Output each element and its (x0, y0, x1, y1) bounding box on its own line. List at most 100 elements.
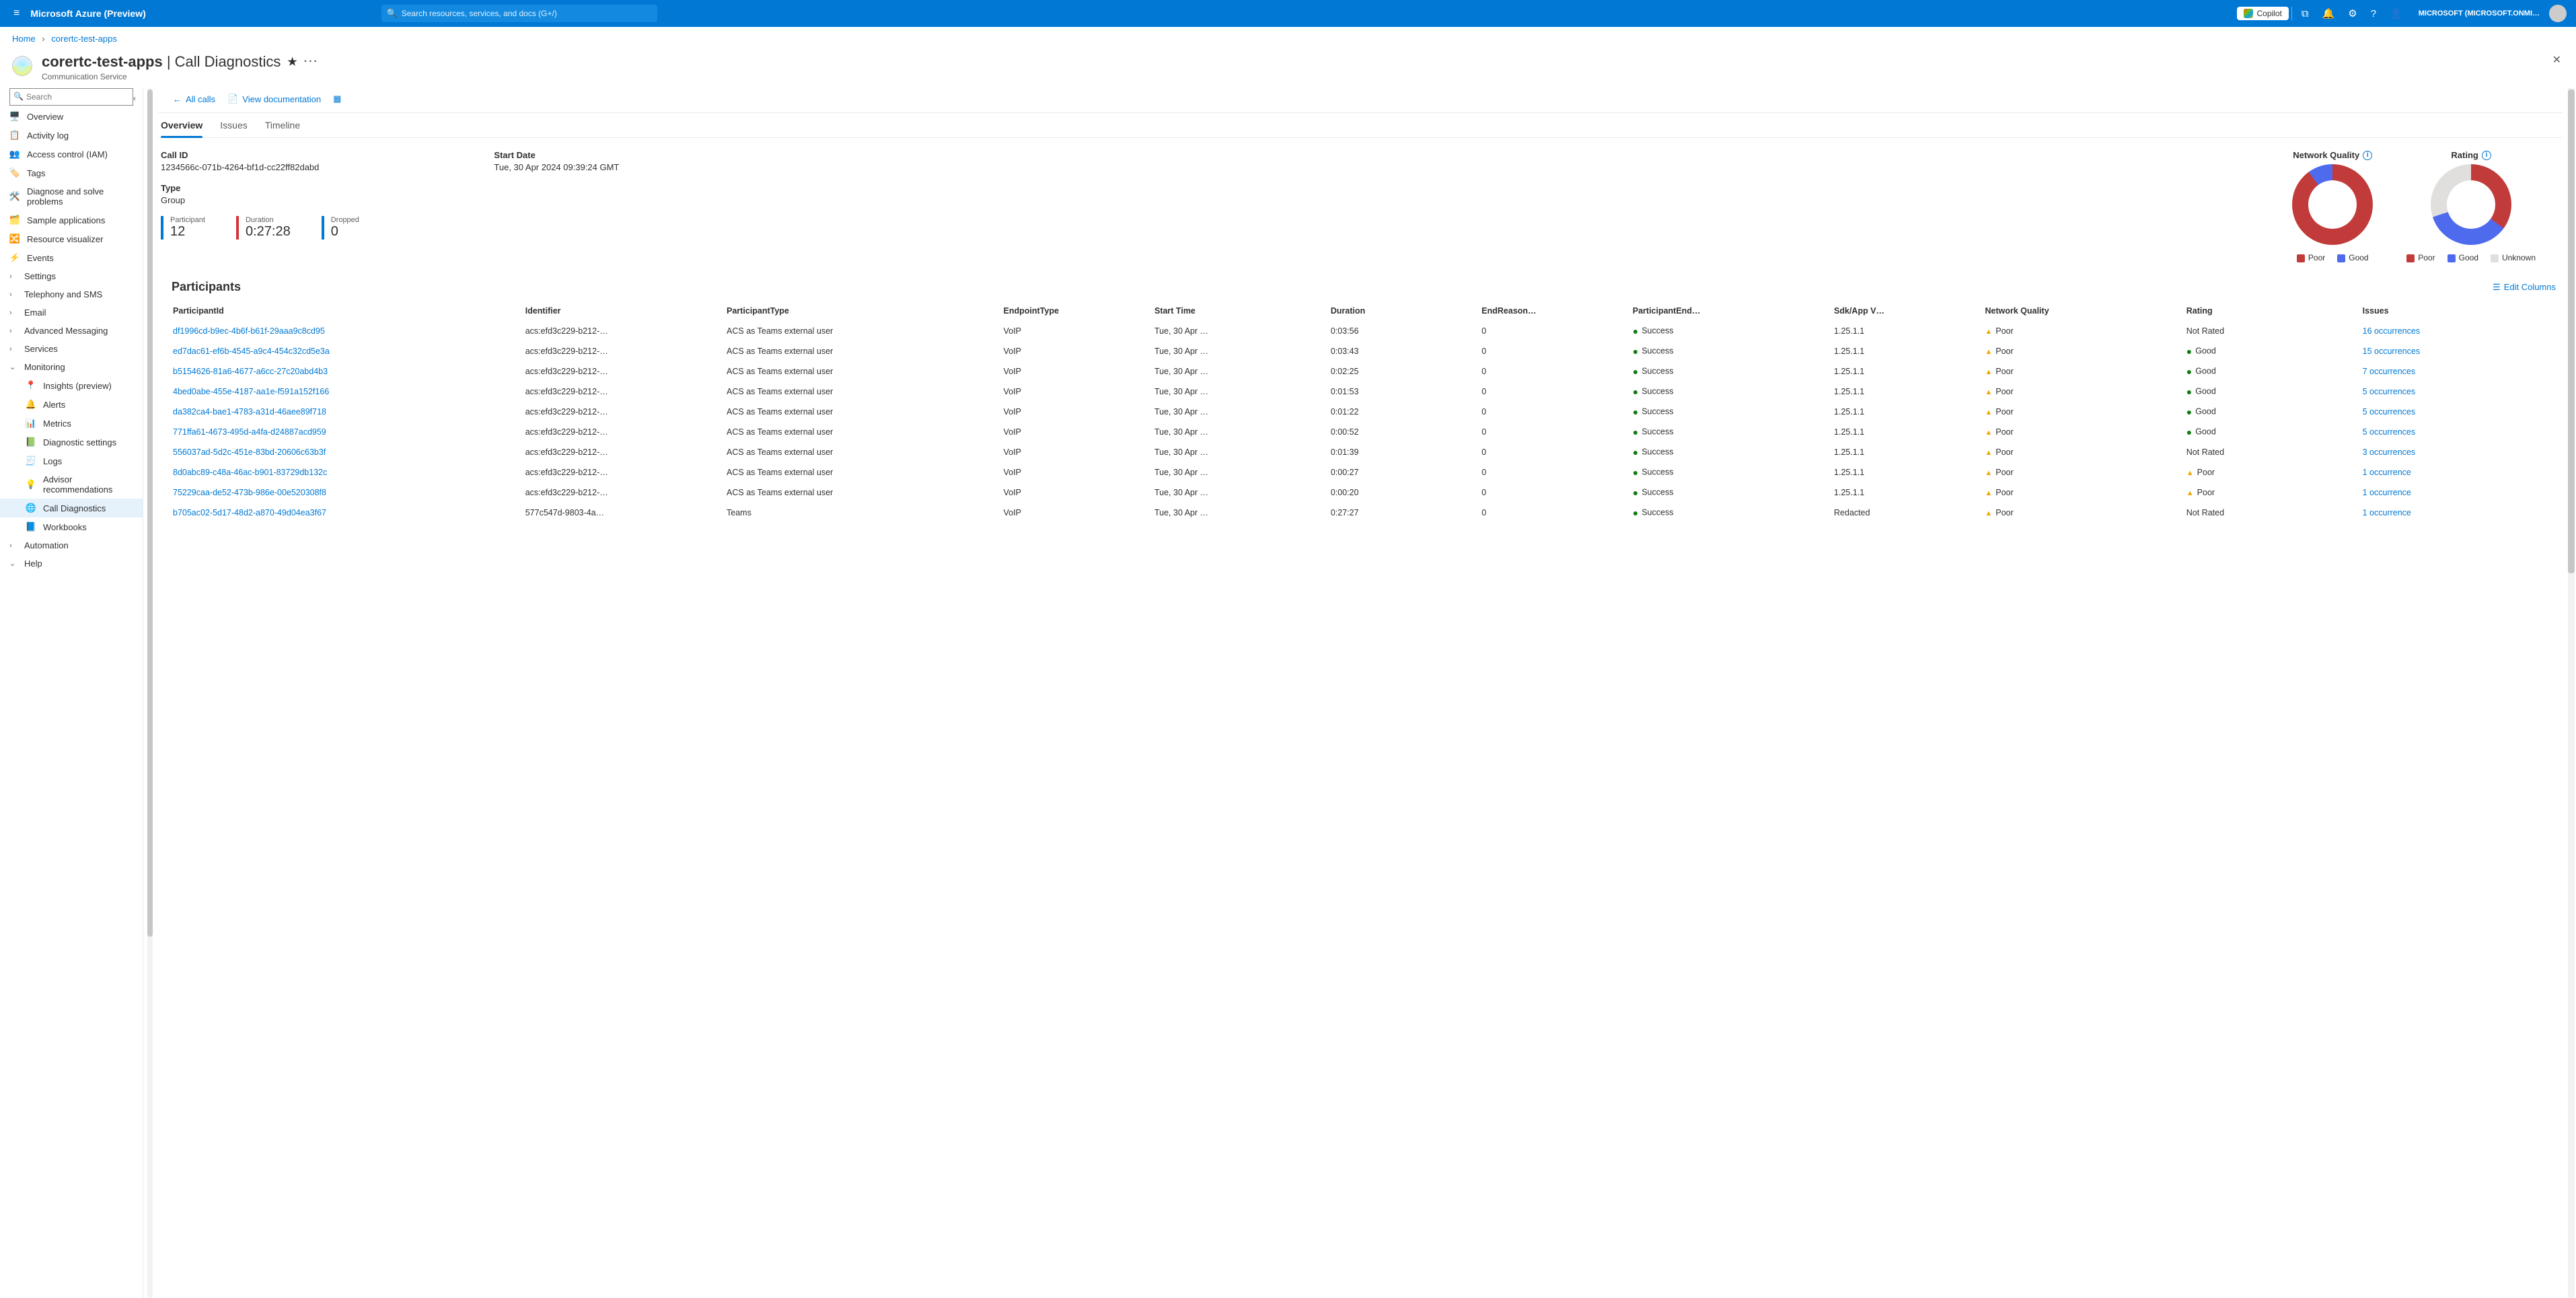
all-calls-button[interactable]: ←All calls (173, 94, 215, 104)
column-header[interactable]: Start Time (1153, 301, 1329, 321)
column-header[interactable]: Rating (2185, 301, 2361, 321)
sidebar-item-advanced-messaging[interactable]: ›Advanced Messaging (0, 322, 143, 340)
feedback-icon[interactable]: 👤 (2383, 7, 2409, 20)
grid-view-icon[interactable]: ▦ (333, 94, 341, 104)
table-row[interactable]: 8d0abc89-c48a-46ac-b901-83729db132cacs:e… (172, 462, 2563, 482)
issues-link[interactable]: 1 occurrence (2363, 508, 2411, 517)
sidebar-item-diagnose-and-solve-problems[interactable]: 🛠️Diagnose and solve problems (0, 182, 143, 211)
participant-id-link[interactable]: df1996cd-b9ec-4b6f-b61f-29aaa9c8cd95 (173, 326, 325, 336)
participant-id-link[interactable]: 771ffa61-4673-495d-a4fa-d24887acd959 (173, 427, 326, 437)
issues-link[interactable]: 7 occurrences (2363, 367, 2416, 376)
cloud-shell-icon[interactable]: ⧉ (2295, 8, 2316, 20)
sidebar-item-activity-log[interactable]: 📋Activity log (0, 126, 143, 145)
sidebar-item-logs[interactable]: 🧾Logs (0, 452, 143, 470)
issues-link[interactable]: 1 occurrence (2363, 488, 2411, 497)
participant-id-link[interactable]: ed7dac61-ef6b-4545-a9c4-454c32cd5e3a (173, 347, 330, 356)
issues-link[interactable]: 16 occurrences (2363, 326, 2420, 336)
column-header[interactable]: ParticipantEnd… (1631, 301, 1833, 321)
table-row[interactable]: ed7dac61-ef6b-4545-a9c4-454c32cd5e3aacs:… (172, 341, 2563, 361)
participant-id-link[interactable]: 75229caa-de52-473b-986e-00e520308f8 (173, 488, 326, 497)
table-row[interactable]: 556037ad-5d2c-451e-83bd-20606c63b3facs:e… (172, 442, 2563, 462)
sidebar-item-overview[interactable]: 🖥️Overview (0, 107, 143, 126)
blade-toolbar: ←All calls 📄View documentation ▦ (158, 88, 2563, 112)
tab-timeline[interactable]: Timeline (265, 116, 300, 137)
column-header[interactable]: Duration (1329, 301, 1480, 321)
column-header[interactable]: ParticipantId (172, 301, 524, 321)
column-header[interactable]: EndReason… (1480, 301, 1631, 321)
column-header[interactable]: Sdk/App V… (1833, 301, 1983, 321)
sidebar-item-help[interactable]: ⌄Help (0, 554, 143, 573)
participant-id-link[interactable]: b5154626-81a6-4677-a6cc-27c20abd4b3 (173, 367, 328, 376)
table-row[interactable]: b705ac02-5d17-48d2-a870-49d04ea3f67577c5… (172, 503, 2563, 523)
close-blade-icon[interactable]: ✕ (2552, 53, 2561, 67)
brand-label[interactable]: Microsoft Azure (Preview) (28, 8, 145, 19)
sidebar-item-metrics[interactable]: 📊Metrics (0, 414, 143, 433)
pend-cell: Success (1631, 442, 1833, 462)
sidebar-item-tags[interactable]: 🏷️Tags (0, 164, 143, 182)
participant-id-link[interactable]: 4bed0abe-455e-4187-aa1e-f591a152f166 (173, 387, 329, 396)
view-docs-button[interactable]: 📄View documentation (227, 94, 321, 104)
sidebar-item-call-diagnostics[interactable]: 🌐Call Diagnostics (0, 499, 143, 517)
more-menu-icon[interactable]: ··· (304, 56, 319, 68)
table-row[interactable]: 4bed0abe-455e-4187-aa1e-f591a152f166acs:… (172, 382, 2563, 402)
participant-id-link[interactable]: b705ac02-5d17-48d2-a870-49d04ea3f67 (173, 508, 326, 517)
tab-overview[interactable]: Overview (161, 116, 203, 137)
sidebar-item-sample-applications[interactable]: 🗂️Sample applications (0, 211, 143, 229)
account-label[interactable]: MICROSOFT (MICROSOFT.ONMI… (2409, 9, 2545, 17)
info-icon[interactable]: i (2363, 151, 2372, 160)
issues-link[interactable]: 5 occurrences (2363, 407, 2416, 417)
table-row[interactable]: 75229caa-de52-473b-986e-00e520308f8acs:e… (172, 482, 2563, 503)
sidebar-item-workbooks[interactable]: 📘Workbooks (0, 517, 143, 536)
sidebar-item-settings[interactable]: ›Settings (0, 267, 143, 285)
issues-link[interactable]: 1 occurrence (2363, 468, 2411, 477)
settings-gear-icon[interactable]: ⚙ (2341, 7, 2363, 20)
sidebar-scrollbar[interactable] (147, 88, 153, 1298)
sidebar-item-alerts[interactable]: 🔔Alerts (0, 395, 143, 414)
breadcrumb-home[interactable]: Home (12, 34, 36, 44)
sidebar-item-insights-preview-[interactable]: 📍Insights (preview) (0, 376, 143, 395)
etype-cell: VoIP (1002, 462, 1153, 482)
sidebar-item-label: Overview (27, 112, 63, 122)
global-search-input[interactable] (381, 5, 657, 22)
issues-link[interactable]: 5 occurrences (2363, 387, 2416, 396)
avatar[interactable] (2549, 5, 2567, 22)
sidebar-item-diagnostic-settings[interactable]: 📗Diagnostic settings (0, 433, 143, 452)
notifications-icon[interactable]: 🔔 (2316, 7, 2342, 20)
participant-id-link[interactable]: da382ca4-bae1-4783-a31d-46aee89f718 (173, 407, 326, 417)
edit-columns-button[interactable]: ☰Edit Columns (2493, 282, 2556, 293)
help-icon[interactable]: ? (2364, 8, 2383, 20)
table-row[interactable]: b5154626-81a6-4677-a6cc-27c20abd4b3acs:e… (172, 361, 2563, 382)
sidebar-item-events[interactable]: ⚡Events (0, 248, 143, 267)
table-row[interactable]: df1996cd-b9ec-4b6f-b61f-29aaa9c8cd95acs:… (172, 321, 2563, 341)
issues-link[interactable]: 5 occurrences (2363, 427, 2416, 437)
sidebar-item-email[interactable]: ›Email (0, 303, 143, 322)
column-header[interactable]: Network Quality (1983, 301, 2184, 321)
column-header[interactable]: Issues (2361, 301, 2563, 321)
table-row[interactable]: da382ca4-bae1-4783-a31d-46aee89f718acs:e… (172, 402, 2563, 422)
hamburger-icon[interactable]: ≡ (5, 7, 28, 20)
sidebar-item-automation[interactable]: ›Automation (0, 536, 143, 554)
column-header[interactable]: ParticipantType (725, 301, 1002, 321)
issues-link[interactable]: 3 occurrences (2363, 447, 2416, 457)
chevron-icon: ⌄ (9, 363, 17, 371)
table-row[interactable]: 771ffa61-4673-495d-a4fa-d24887acd959acs:… (172, 422, 2563, 442)
sidebar-item-resource-visualizer[interactable]: 🔀Resource visualizer (0, 229, 143, 248)
column-header[interactable]: EndpointType (1002, 301, 1153, 321)
sidebar-item-label: Email (24, 308, 46, 318)
issues-link[interactable]: 15 occurrences (2363, 347, 2420, 356)
favorite-star-icon[interactable]: ★ (287, 55, 297, 69)
sidebar-item-monitoring[interactable]: ⌄Monitoring (0, 358, 143, 376)
column-header[interactable]: Identifier (524, 301, 725, 321)
sidebar-search-input[interactable] (9, 88, 133, 106)
sidebar-item-access-control-iam-[interactable]: 👥Access control (IAM) (0, 145, 143, 164)
sidebar-item-telephony-and-sms[interactable]: ›Telephony and SMS (0, 285, 143, 303)
participant-id-link[interactable]: 556037ad-5d2c-451e-83bd-20606c63b3f (173, 447, 326, 457)
copilot-button[interactable]: Copilot (2237, 7, 2288, 20)
participant-id-link[interactable]: 8d0abc89-c48a-46ac-b901-83729db132c (173, 468, 327, 477)
info-icon[interactable]: i (2482, 151, 2491, 160)
breadcrumb-resource[interactable]: corertc-test-apps (51, 34, 117, 44)
columns-icon: ☰ (2493, 282, 2501, 293)
tab-issues[interactable]: Issues (220, 116, 247, 137)
sidebar-item-advisor-recommendations[interactable]: 💡Advisor recommendations (0, 470, 143, 499)
sidebar-item-services[interactable]: ›Services (0, 340, 143, 358)
